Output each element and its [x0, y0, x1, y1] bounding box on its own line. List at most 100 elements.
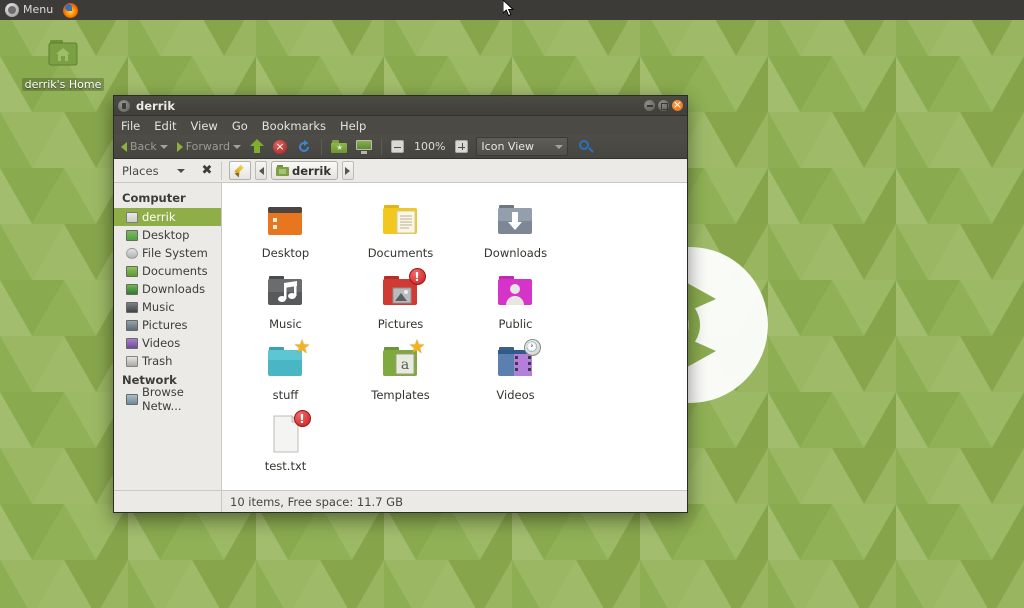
back-dropdown-icon[interactable]: [159, 144, 168, 149]
home-button[interactable]: ★: [328, 137, 350, 157]
desktop-window-icon: [262, 199, 310, 243]
error-badge-icon: !: [293, 410, 311, 427]
sidebar-item-label: Music: [142, 300, 175, 314]
breadcrumb-derrik[interactable]: derrik: [271, 161, 338, 180]
chevron-left-icon: [121, 141, 127, 152]
view-mode-label: Icon View: [481, 140, 535, 153]
file-item-documents[interactable]: Documents: [343, 193, 458, 264]
path-prev-button[interactable]: [255, 161, 267, 180]
up-arrow-icon: [249, 139, 264, 154]
sidebar-item-music[interactable]: Music: [114, 298, 221, 316]
computer-button[interactable]: [353, 137, 375, 157]
file-item-test-txt[interactable]: ! test.txt: [228, 406, 343, 477]
places-pathbar[interactable]: Places ✖ derrik: [114, 159, 687, 183]
file-label: Desktop: [261, 246, 310, 260]
back-button[interactable]: Back: [118, 137, 171, 157]
zoom-out-button[interactable]: [388, 137, 407, 157]
sidebar-item-label: derrik: [142, 210, 176, 224]
sidebar-item-label: Downloads: [142, 282, 206, 296]
sidebar-item-label: Videos: [142, 336, 181, 350]
sidebar-item-pictures[interactable]: Pictures: [114, 316, 221, 334]
minimize-button[interactable]: [644, 100, 655, 111]
ubuntu-mate-menu-icon: [5, 3, 19, 17]
chevron-down-icon: [555, 144, 564, 149]
sidebar-item-browse-network[interactable]: Browse Netw...: [114, 385, 221, 413]
menubar[interactable]: File Edit View Go Bookmarks Help: [114, 116, 687, 135]
menu-button[interactable]: Menu: [0, 0, 58, 20]
menu-view[interactable]: View: [189, 119, 220, 133]
file-item-pictures[interactable]: ! Pictures: [343, 264, 458, 335]
search-icon: [578, 139, 595, 155]
file-item-desktop[interactable]: Desktop: [228, 193, 343, 264]
downloads-icon: [126, 283, 138, 295]
home-folder-icon: [48, 40, 78, 66]
chevron-down-icon: [176, 168, 185, 173]
file-item-videos[interactable]: 🕐 Videos: [458, 335, 573, 406]
sidebar[interactable]: Computer derrik Desktop File System Docu…: [114, 183, 222, 490]
sidebar-item-downloads[interactable]: Downloads: [114, 280, 221, 298]
documents-folder-icon: [377, 199, 425, 243]
file-item-music[interactable]: Music: [228, 264, 343, 335]
icon-view[interactable]: Desktop Documents Downloads Music ! Pict…: [222, 183, 687, 487]
close-button[interactable]: [672, 98, 683, 111]
file-item-stuff[interactable]: ★ stuff: [228, 335, 343, 406]
up-button[interactable]: [247, 137, 267, 157]
home-folder-icon: [126, 211, 138, 223]
sidebar-item-file-system[interactable]: File System: [114, 244, 221, 262]
close-places-icon[interactable]: ✖: [200, 163, 214, 178]
file-label: test.txt: [264, 459, 307, 473]
path-next-button[interactable]: [341, 161, 354, 180]
sidebar-section-computer: Computer: [122, 191, 186, 205]
svg-text:a: a: [400, 357, 408, 373]
pathbar-separator: [221, 161, 222, 180]
menu-file[interactable]: File: [119, 119, 142, 133]
zoom-in-icon: [455, 140, 469, 153]
desktop[interactable]: derrik's Home Menu derrik File E: [0, 0, 1024, 608]
videos-icon: [126, 337, 138, 349]
firefox-launcher[interactable]: [58, 0, 83, 20]
sidebar-item-desktop[interactable]: Desktop: [114, 226, 221, 244]
menu-bookmarks[interactable]: Bookmarks: [260, 119, 328, 133]
sidebar-item-derrik[interactable]: derrik: [114, 208, 221, 226]
computer-icon: [355, 139, 372, 154]
search-button[interactable]: [571, 137, 597, 157]
menu-label: Menu: [23, 3, 54, 16]
sidebar-item-videos[interactable]: Videos: [114, 334, 221, 352]
sidebar-item-label: Trash: [142, 354, 173, 368]
view-mode-select[interactable]: Icon View: [476, 137, 569, 156]
forward-dropdown-icon[interactable]: [232, 144, 241, 149]
desktop-icon-home[interactable]: derrik's Home: [18, 36, 108, 91]
edit-location-button[interactable]: [229, 161, 251, 180]
file-manager-icon: [118, 99, 130, 112]
sidebar-item-documents[interactable]: Documents: [114, 262, 221, 280]
music-folder-icon: [262, 270, 310, 314]
file-item-downloads[interactable]: Downloads: [458, 193, 573, 264]
file-item-templates[interactable]: a ★ Templates: [343, 335, 458, 406]
sidebar-item-label: Documents: [142, 264, 208, 278]
statusbar-sidebar-pad: [114, 491, 222, 512]
file-manager-window[interactable]: derrik File Edit View Go Bookmarks Help …: [113, 95, 688, 513]
window-titlebar[interactable]: derrik: [114, 96, 687, 116]
forward-button[interactable]: Forward: [174, 137, 244, 157]
stop-button[interactable]: [270, 137, 290, 157]
sidebar-item-label: Desktop: [142, 228, 190, 242]
zoom-in-button[interactable]: [452, 137, 471, 157]
path-prev-icon: [258, 166, 264, 175]
file-label: Templates: [371, 388, 430, 402]
zoom-level: 100%: [413, 140, 446, 153]
file-item-public[interactable]: Public: [458, 264, 573, 335]
reload-button[interactable]: [293, 137, 315, 157]
menu-edit[interactable]: Edit: [152, 119, 178, 133]
menu-go[interactable]: Go: [230, 119, 250, 133]
desktop-icon: [126, 229, 138, 241]
places-select[interactable]: Places: [118, 164, 196, 178]
zoom-out-icon: [390, 140, 404, 153]
sidebar-item-trash[interactable]: Trash: [114, 352, 221, 370]
pictures-icon: [126, 319, 138, 331]
maximize-button[interactable]: [658, 100, 669, 111]
toolbar[interactable]: Back Forward ★: [114, 135, 687, 159]
file-content-area[interactable]: Desktop Documents Downloads Music ! Pict…: [222, 183, 687, 490]
public-folder-icon: [492, 270, 540, 314]
pictures-folder-icon: !: [377, 268, 426, 314]
menu-help[interactable]: Help: [338, 119, 368, 133]
